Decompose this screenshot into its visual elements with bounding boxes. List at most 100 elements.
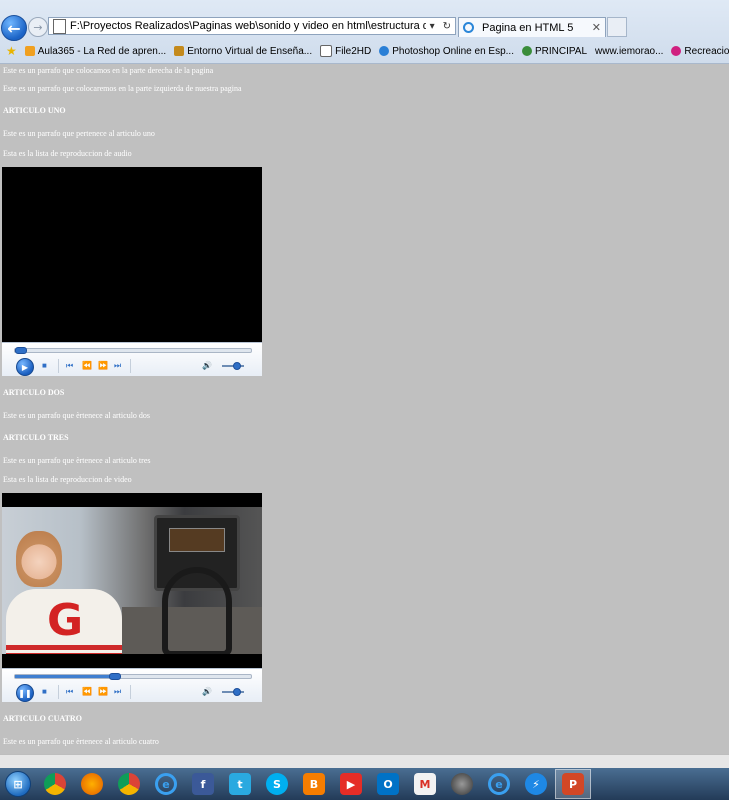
taskbar-skype[interactable]: S bbox=[259, 769, 295, 799]
video-list-label: Esta es la lista de reproduccion de vide… bbox=[3, 475, 132, 484]
gmail-icon: M bbox=[414, 773, 436, 795]
video-player[interactable]: G ❚❚ ■ ⏮ ⏪ ⏩ ⏭ 🔊 bbox=[2, 493, 262, 702]
chrome-icon bbox=[44, 773, 66, 795]
address-dropdown-icon[interactable]: ▾ bbox=[426, 21, 439, 32]
favorite-label: Entorno Virtual de Enseña... bbox=[187, 45, 313, 57]
rewind-button[interactable]: ⏪ bbox=[82, 687, 92, 697]
youtube-icon: ▶ bbox=[340, 773, 362, 795]
taskbar-internet-explorer-2[interactable]: e bbox=[481, 769, 517, 799]
arrow-right-icon: → bbox=[33, 20, 43, 34]
favorite-item-aula365[interactable]: Aula365 - La Red de apren... bbox=[24, 46, 166, 57]
audio-seek-bar[interactable] bbox=[14, 347, 252, 354]
video-pause-button[interactable]: ❚❚ bbox=[16, 684, 34, 702]
rewind-icon: ⏪ bbox=[82, 361, 92, 370]
taskbar-powerpoint[interactable]: P bbox=[555, 769, 591, 799]
volume-handle[interactable] bbox=[233, 688, 242, 696]
previous-button[interactable]: ⏮ bbox=[66, 361, 73, 371]
browser-chrome: ← → F:\Proyectos Realizados\Paginas web\… bbox=[0, 0, 729, 64]
taskbar-thunder[interactable]: ⚡ bbox=[518, 769, 554, 799]
next-button[interactable]: ⏭ bbox=[114, 687, 121, 697]
taskbar-firefox[interactable] bbox=[74, 769, 110, 799]
thunder-icon: ⚡ bbox=[525, 773, 547, 795]
refresh-icon[interactable]: ↻ bbox=[439, 21, 455, 32]
next-icon: ⏭ bbox=[114, 361, 122, 370]
status-bar bbox=[0, 754, 729, 769]
rewind-button[interactable]: ⏪ bbox=[82, 361, 92, 371]
favorite-item-entorno-virtual[interactable]: Entorno Virtual de Enseña... bbox=[174, 46, 312, 57]
article-two-text: Este es un parrafo que èrtenece al artic… bbox=[3, 411, 151, 420]
internet-explorer-icon: e bbox=[488, 773, 510, 795]
taskbar: ⊞ e f t S B ▶ O M e ⚡ P bbox=[0, 768, 729, 800]
taskbar-media[interactable] bbox=[444, 769, 480, 799]
chrome-icon bbox=[118, 773, 140, 795]
taskbar-twitter[interactable]: t bbox=[222, 769, 258, 799]
next-button[interactable]: ⏭ bbox=[114, 361, 121, 371]
blogger-icon: B bbox=[303, 773, 325, 795]
photoshop-icon bbox=[379, 46, 390, 56]
media-icon bbox=[451, 773, 473, 795]
back-button[interactable]: ← bbox=[1, 15, 27, 41]
taskbar-youtube[interactable]: ▶ bbox=[333, 769, 369, 799]
fast-forward-button[interactable]: ⏩ bbox=[98, 687, 108, 697]
start-icon: ⊞ bbox=[5, 771, 31, 797]
internet-explorer-icon: e bbox=[155, 773, 177, 795]
paragraph-left: Este es un parrafo que colocaremos en la… bbox=[3, 84, 242, 93]
video-machine bbox=[162, 567, 232, 654]
audio-list-label: Esta es la lista de reproduccion de audi… bbox=[3, 149, 132, 158]
audio-player[interactable]: ▶ ■ ⏮ ⏪ ⏩ ⏭ 🔊 bbox=[2, 167, 262, 376]
taskbar-facebook[interactable]: f bbox=[185, 769, 221, 799]
firefox-icon bbox=[81, 773, 103, 795]
forward-button[interactable]: → bbox=[28, 17, 48, 37]
divider bbox=[130, 685, 131, 699]
favorites-star-icon[interactable]: ★ bbox=[6, 44, 17, 58]
volume-button[interactable]: 🔊 bbox=[202, 687, 212, 696]
taskbar-outlook[interactable]: O bbox=[370, 769, 406, 799]
taskbar-blogger[interactable]: B bbox=[296, 769, 332, 799]
address-text[interactable]: F:\Proyectos Realizados\Paginas web\soni… bbox=[70, 20, 426, 32]
audio-seek-handle[interactable] bbox=[14, 347, 27, 354]
video-seek-bar[interactable] bbox=[14, 673, 252, 680]
new-tab-button[interactable] bbox=[607, 17, 627, 37]
stop-button[interactable]: ■ bbox=[42, 361, 47, 371]
skype-icon: S bbox=[266, 773, 288, 795]
pause-icon: ❚❚ bbox=[18, 688, 32, 698]
stop-button[interactable]: ■ bbox=[42, 687, 47, 697]
volume-handle[interactable] bbox=[233, 362, 242, 370]
favorite-item-file2hd[interactable]: File2HD bbox=[320, 45, 371, 57]
start-button[interactable]: ⊞ bbox=[0, 769, 36, 799]
audio-volume-slider[interactable] bbox=[222, 362, 244, 370]
video-volume-slider[interactable] bbox=[222, 688, 244, 696]
speaker-icon: 🔊 bbox=[202, 687, 212, 696]
fast-forward-button[interactable]: ⏩ bbox=[98, 361, 108, 371]
taskbar-gmail[interactable]: M bbox=[407, 769, 443, 799]
article-two-title: ARTICULO DOS bbox=[3, 388, 65, 397]
divider bbox=[58, 359, 59, 373]
address-bar[interactable]: F:\Proyectos Realizados\Paginas web\soni… bbox=[48, 17, 456, 35]
video-seek-handle[interactable] bbox=[109, 673, 122, 680]
video-frame[interactable]: G bbox=[2, 507, 262, 654]
video-controls: ❚❚ ■ ⏮ ⏪ ⏩ ⏭ 🔊 bbox=[2, 668, 262, 702]
previous-icon: ⏮ bbox=[66, 361, 74, 370]
page-icon bbox=[53, 18, 66, 34]
video-seek-fill bbox=[15, 675, 115, 678]
volume-button[interactable]: 🔊 bbox=[202, 361, 212, 370]
page-content: Este es un parrafo que colocamos en la p… bbox=[0, 63, 729, 754]
audio-controls: ▶ ■ ⏮ ⏪ ⏩ ⏭ 🔊 bbox=[2, 342, 262, 376]
favorite-item-recreacion[interactable]: Recreacion de peces en el ... bbox=[671, 46, 729, 57]
close-tab-icon[interactable]: ✕ bbox=[592, 21, 601, 34]
favorite-item-principal[interactable]: PRINCIPAL bbox=[521, 46, 587, 57]
facebook-icon: f bbox=[192, 773, 214, 795]
article-three-text: Este es un parrafo que èrtenece al artic… bbox=[3, 456, 151, 465]
audio-play-button[interactable]: ▶ bbox=[16, 358, 34, 376]
favorite-label: Recreacion de peces en el ... bbox=[684, 45, 729, 57]
internet-explorer-icon bbox=[463, 22, 474, 33]
tab-pagina-html5[interactable]: Pagina en HTML 5 ✕ bbox=[458, 17, 606, 37]
taskbar-chrome-2[interactable] bbox=[111, 769, 147, 799]
previous-button[interactable]: ⏮ bbox=[66, 687, 73, 697]
favorite-item-iemorao[interactable]: www.iemorao... bbox=[595, 46, 663, 57]
taskbar-chrome[interactable] bbox=[37, 769, 73, 799]
divider bbox=[58, 685, 59, 699]
favorite-item-photoshop[interactable]: Photoshop Online en Esp... bbox=[379, 46, 514, 57]
stop-icon: ■ bbox=[42, 361, 47, 370]
taskbar-internet-explorer[interactable]: e bbox=[148, 769, 184, 799]
